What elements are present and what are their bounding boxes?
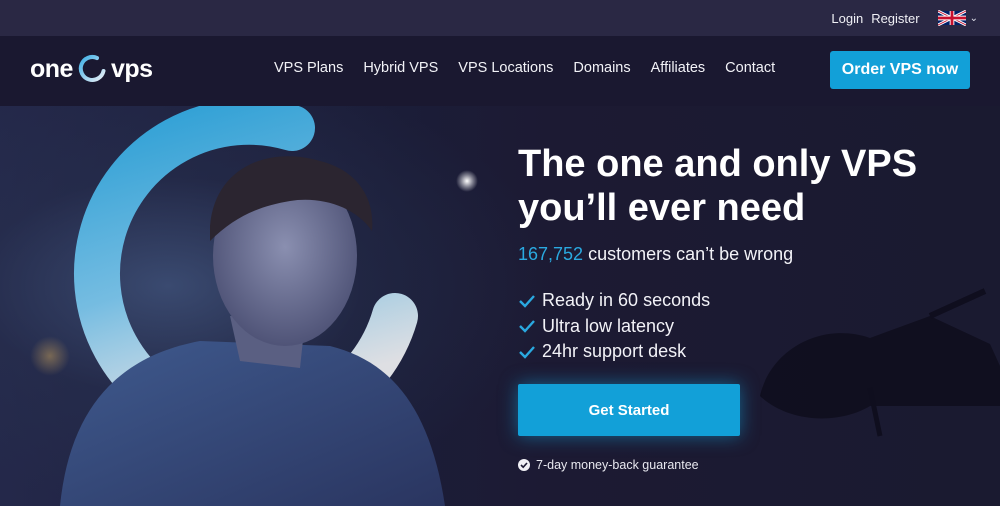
- nav-menu: VPS Plans Hybrid VPS VPS Locations Domai…: [274, 60, 795, 76]
- hero-headline: The one and only VPS you’ll ever need: [518, 142, 988, 230]
- customer-count-line: 167,752 customers can’t be wrong: [518, 244, 793, 265]
- nav-item-contact[interactable]: Contact: [725, 60, 775, 76]
- logo-ring-icon: [78, 55, 106, 82]
- guarantee-text: 7-day money-back guarantee: [536, 458, 699, 472]
- logo-text-one: one: [30, 54, 73, 83]
- feature-item: Ultra low latency: [518, 314, 710, 340]
- hero-section: The one and only VPS you’ll ever need 16…: [0, 106, 1000, 506]
- chevron-down-icon: ⌄: [969, 12, 978, 24]
- logo[interactable]: one vps: [30, 54, 153, 84]
- get-started-button[interactable]: Get Started: [518, 384, 740, 436]
- headline-line-1: The one and only VPS: [518, 143, 918, 185]
- headline-line-2: you’ll ever need: [518, 187, 806, 229]
- nav-item-affiliates[interactable]: Affiliates: [651, 60, 706, 76]
- language-selector[interactable]: ⌄: [937, 10, 978, 26]
- check-icon: [519, 320, 535, 333]
- logo-text-vps: vps: [110, 54, 153, 83]
- feature-label: 24hr support desk: [542, 341, 687, 362]
- register-link[interactable]: Register: [871, 11, 919, 26]
- nav-item-hybrid-vps[interactable]: Hybrid VPS: [363, 60, 438, 76]
- customer-text: customers can’t be wrong: [583, 244, 794, 264]
- feature-label: Ready in 60 seconds: [542, 290, 711, 311]
- login-link[interactable]: Login: [831, 11, 863, 26]
- uk-flag-icon: [937, 10, 966, 26]
- check-icon: [519, 294, 535, 308]
- top-bar: Login Register ⌄: [0, 0, 1000, 36]
- order-vps-button[interactable]: Order VPS now: [830, 51, 970, 89]
- check-icon: [519, 345, 535, 359]
- nav-item-vps-locations[interactable]: VPS Locations: [458, 60, 553, 76]
- feature-item: Ready in 60 seconds: [518, 288, 710, 314]
- feature-item: 24hr support desk: [518, 339, 710, 365]
- nav-item-domains[interactable]: Domains: [573, 60, 630, 76]
- customer-count: 167,752: [518, 244, 584, 264]
- nav-item-vps-plans[interactable]: VPS Plans: [274, 60, 343, 76]
- desk-lamp: [760, 316, 1000, 419]
- feature-list: Ready in 60 seconds Ultra low latency 24…: [518, 288, 710, 365]
- main-nav: one vps VPS Plans Hybrid VPS VPS Locatio…: [0, 36, 1000, 106]
- check-circle-icon: [518, 459, 530, 471]
- money-back-guarantee: 7-day money-back guarantee: [518, 458, 699, 472]
- feature-label: Ultra low latency: [542, 315, 675, 336]
